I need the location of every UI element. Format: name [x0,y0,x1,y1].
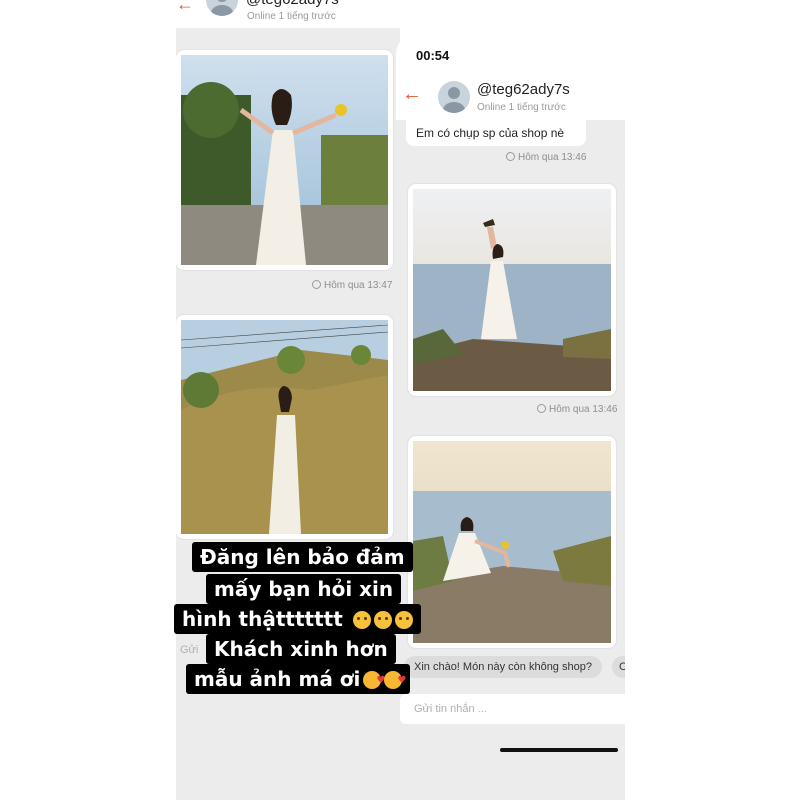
pleading-face-emoji-icon [394,611,413,629]
photo [181,320,388,534]
pleading-face-emoji-icon [373,611,392,629]
timestamp-text: Hôm qua 13:46 [518,152,587,163]
photo-message[interactable] [408,184,616,396]
caption-line: mẫu ảnh má ơi [186,664,411,696]
online-status: Online 1 tiếng trước [477,102,566,113]
message-input[interactable]: Gửi tin nhắn ... [400,694,625,724]
back-arrow-icon[interactable]: ← [176,0,194,14]
timestamp-text: Hôm qua 13:46 [549,404,618,415]
photo-message[interactable] [408,436,616,648]
photo [413,189,611,391]
message-timestamp: Hôm qua 13:46 [506,152,586,163]
photo-message[interactable] [176,315,393,539]
status-bar-clock: 00:54 [416,48,450,63]
smiling-face-with-hearts-emoji-icon [384,666,406,696]
online-status: Online 1 tiếng trước [247,11,336,22]
quick-reply-chip[interactable]: Xin chào! Món này còn không shop? [404,656,602,678]
pleading-face-emoji-icon [352,611,371,629]
quick-reply-chip[interactable]: C [612,656,625,678]
smiling-face-with-hearts-emoji-icon [363,666,385,696]
avatar [438,81,470,113]
front-chat-screenshot: 00:54 ← @teg62ady7s Online 1 tiếng trước… [396,34,625,800]
clock-icon [312,280,321,289]
photo [413,441,611,643]
photo-message[interactable] [176,50,393,270]
caption-text: mẫu ảnh má ơi [194,667,361,691]
message-input-partial[interactable]: Gửi [180,644,198,656]
text-message[interactable]: Em có chụp sp của shop nè [406,120,586,146]
caption-line: Đăng lên bảo đảm [192,542,413,572]
chat-username: @teg62ady7s [246,0,339,8]
caption-line: mấy bạn hỏi xin [206,574,402,604]
caption-text: hình thậttttttt [182,607,343,631]
photo-timestamp: Hôm qua 13:47 [312,280,392,291]
clock-icon [537,404,546,413]
user-icon [443,87,465,113]
caption-line: hình thậttttttt [174,604,421,634]
message-timestamp: Hôm qua 13:46 [537,404,617,415]
timestamp-text: Hôm qua 13:47 [324,280,393,291]
chat-username: @teg62ady7s [477,81,570,98]
back-arrow-icon[interactable]: ← [402,84,424,104]
photo [181,55,388,265]
caption-line: Khách xinh hơn [206,634,396,664]
clock-icon [506,152,515,161]
home-indicator [500,748,618,752]
